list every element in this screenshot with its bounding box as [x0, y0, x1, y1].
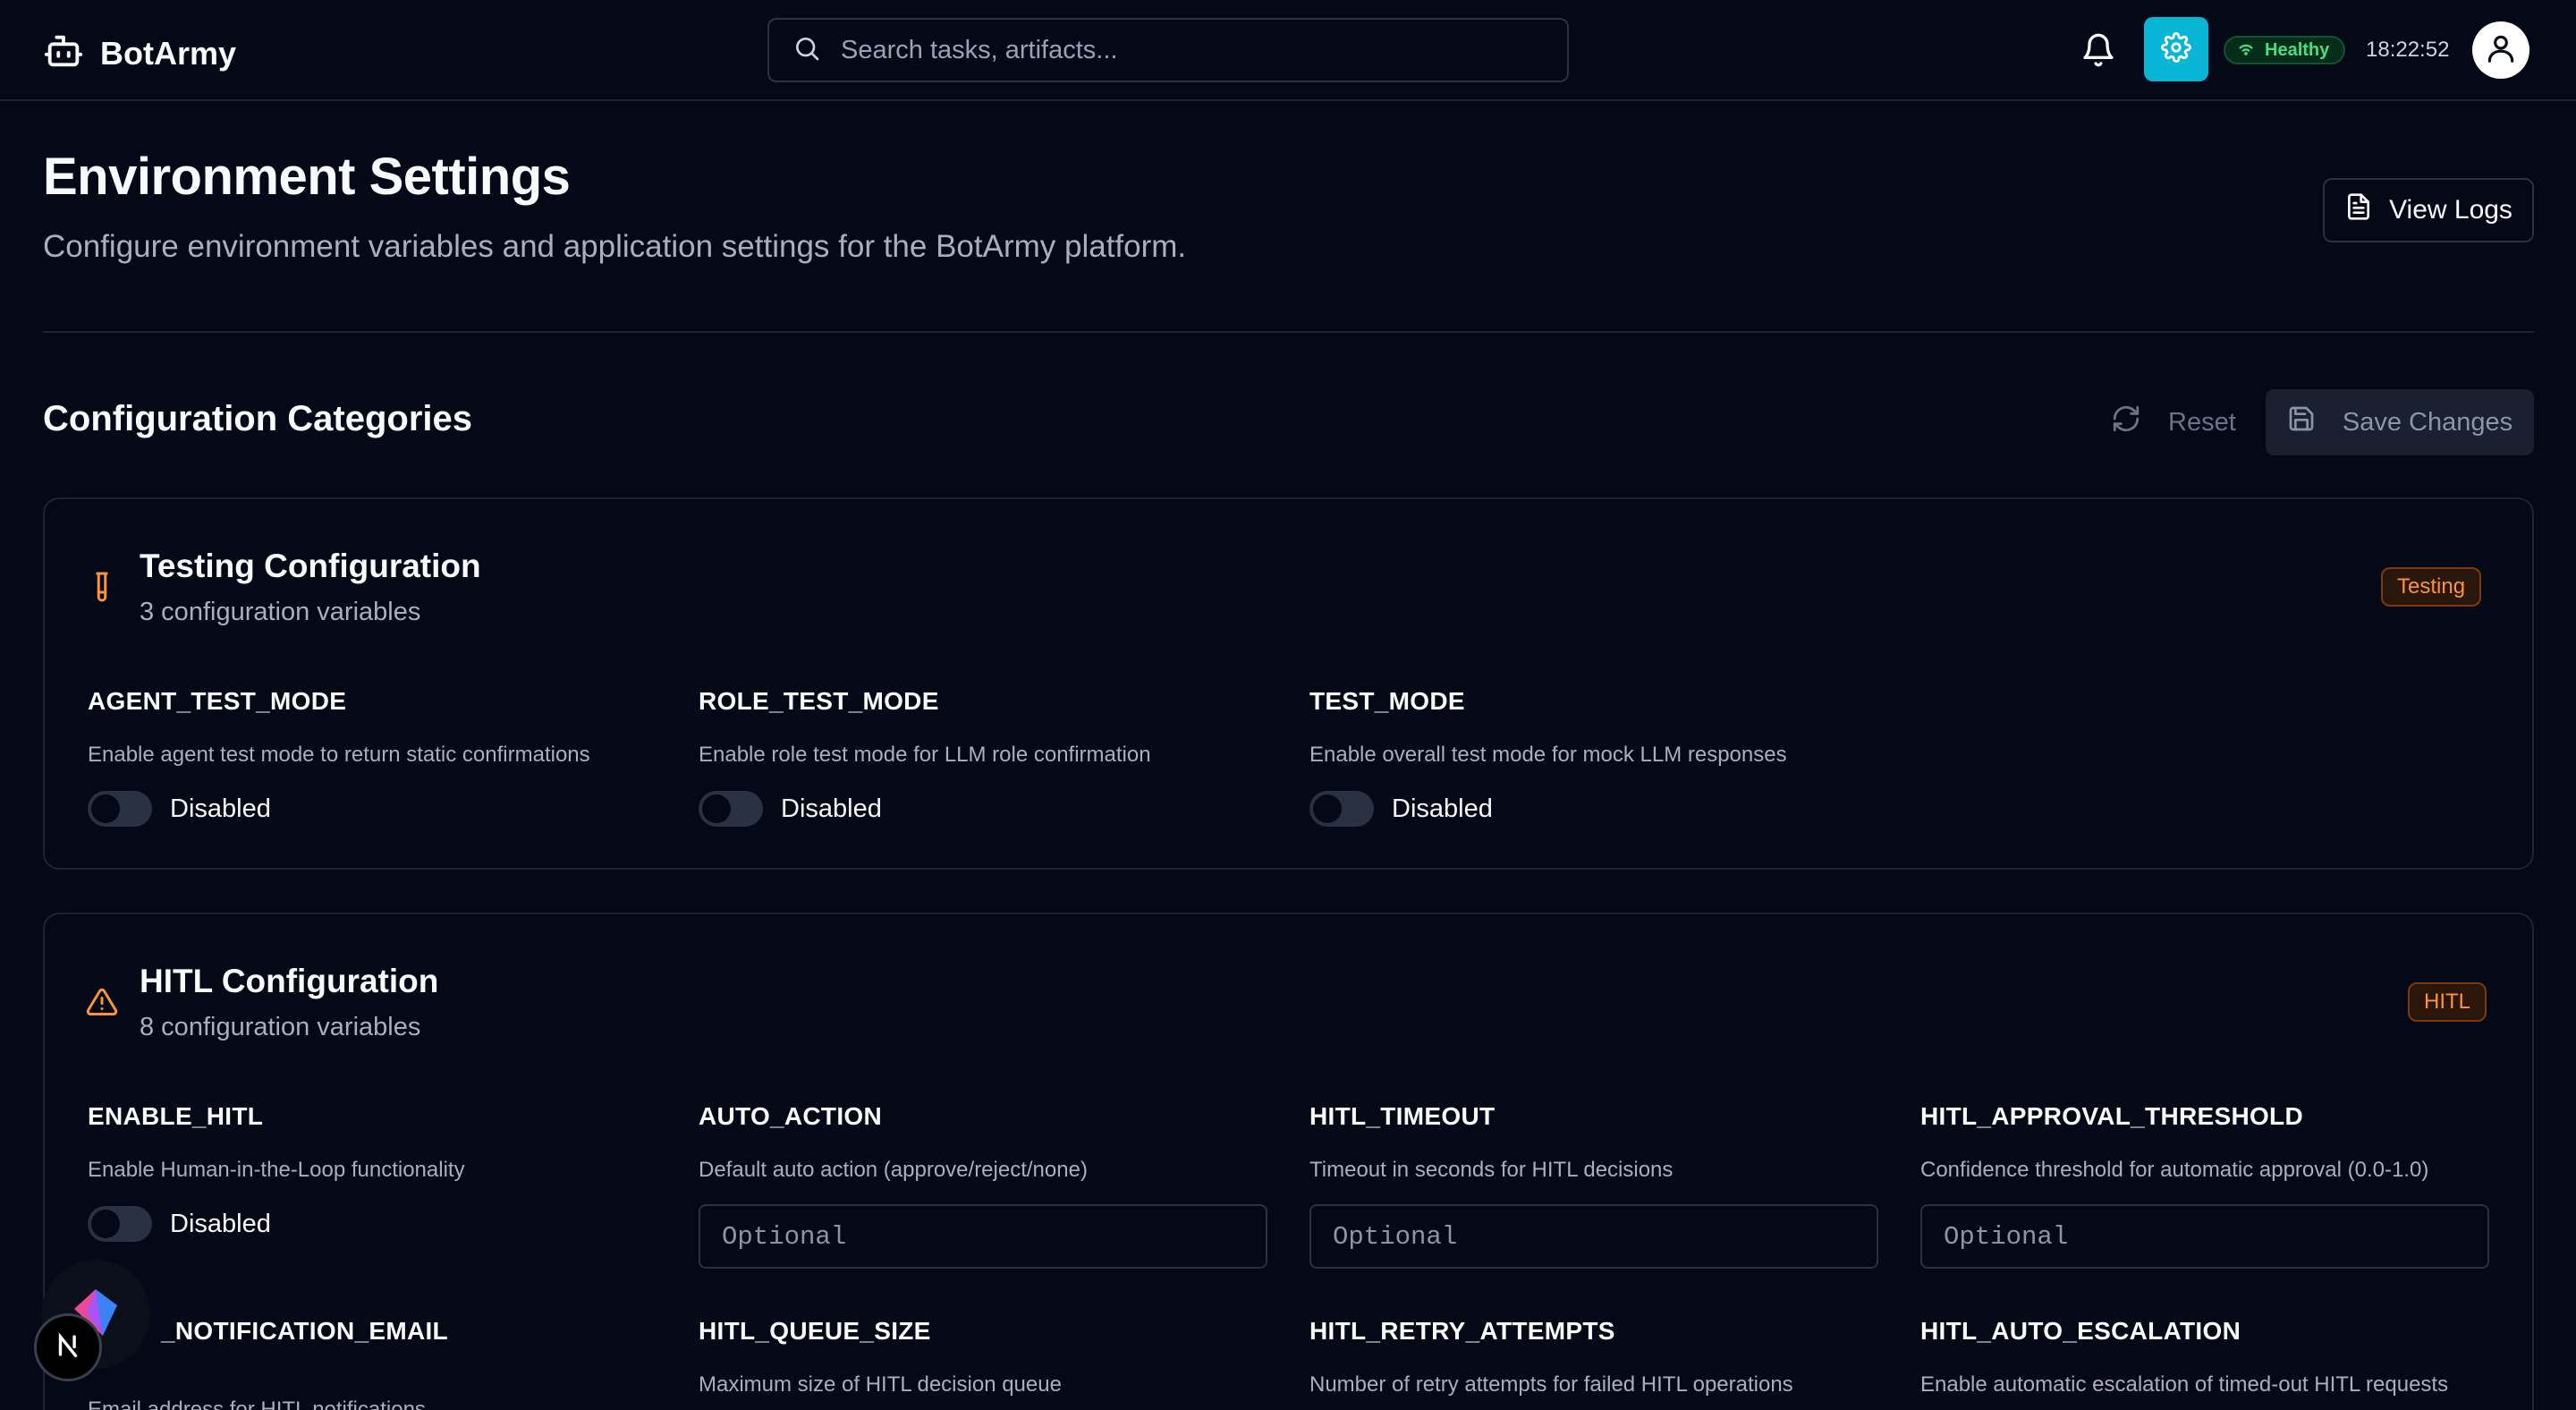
page-title: Environment Settings — [43, 148, 571, 206]
toggle-switch[interactable] — [88, 1206, 152, 1242]
toggle-switch[interactable] — [1309, 791, 1374, 827]
search-input[interactable] — [841, 35, 1538, 65]
app-name: BotArmy — [100, 34, 237, 72]
save-changes-button[interactable]: Save Changes — [2266, 389, 2534, 455]
top-bar: BotArmy Healthy 18:22:52 — [0, 0, 2576, 101]
save-label: Save Changes — [2342, 407, 2513, 437]
field-hitl-retry-attempts: HITL_RETRY_ATTEMPTS Number of retry atte… — [1309, 1317, 1882, 1397]
alert-triangle-icon — [86, 986, 118, 1018]
section-title: Configuration Categories — [43, 399, 473, 438]
gear-icon — [2161, 31, 2191, 67]
card-title: HITL Configuration — [140, 963, 439, 999]
field-hitl-approval-threshold: HITL_APPROVAL_THRESHOLD Confidence thres… — [1920, 1102, 2493, 1269]
reset-button[interactable]: Reset — [2093, 390, 2254, 454]
field-name: HITL_APPROVAL_THRESHOLD — [1920, 1102, 2303, 1130]
field-role-test-mode: ROLE_TEST_MODE Enable role test mode for… — [699, 687, 1271, 827]
bot-icon — [43, 30, 84, 76]
field-auto-action: AUTO_ACTION Default auto action (approve… — [699, 1102, 1271, 1269]
field-description: Email address for HITL notifications — [88, 1397, 426, 1410]
save-icon — [2287, 404, 2316, 440]
health-label: Healthy — [2265, 39, 2330, 60]
field-hitl-auto-escalation: HITL_AUTO_ESCALATION Enable automatic es… — [1920, 1317, 2493, 1397]
toggle-switch[interactable] — [699, 791, 763, 827]
search-icon — [792, 34, 821, 67]
health-badge: Healthy — [2224, 36, 2346, 64]
category-badge: Testing — [2381, 567, 2482, 607]
field-description: Enable role test mode for LLM role confi… — [699, 743, 1151, 767]
field-enable-hitl: ENABLE_HITL Enable Human-in-the-Loop fun… — [88, 1102, 660, 1242]
field-description: Enable Human-in-the-Loop functionality — [88, 1158, 465, 1182]
field-hitl-notification-email: _NOTIFICATION_EMAIL — [161, 1317, 733, 1346]
card-count: 8 configuration variables — [140, 1013, 421, 1041]
field-name: AUTO_ACTION — [699, 1102, 883, 1130]
field-test-mode: TEST_MODE Enable overall test mode for m… — [1309, 687, 1882, 827]
settings-button[interactable] — [2144, 17, 2208, 81]
field-description: Enable overall test mode for mock LLM re… — [1309, 743, 1787, 767]
hitl-config-card: HITL Configuration 8 configuration varia… — [43, 913, 2534, 1410]
toggle-label: Disabled — [170, 794, 271, 823]
toggle-row: Disabled — [1309, 791, 1882, 827]
file-text-icon — [2344, 192, 2373, 228]
field-name: AGENT_TEST_MODE — [88, 687, 347, 715]
field-agent-test-mode: AGENT_TEST_MODE Enable agent test mode t… — [88, 687, 660, 827]
field-description: Enable automatic escalation of timed-out… — [1920, 1372, 2449, 1397]
field-description: Default auto action (approve/reject/none… — [699, 1158, 1088, 1182]
toggle-label: Disabled — [1392, 794, 1493, 823]
testing-config-card: Testing Configuration 3 configuration va… — [43, 497, 2534, 870]
field-name: TEST_MODE — [1309, 687, 1465, 715]
refresh-icon — [2111, 403, 2141, 441]
wifi-icon — [2236, 38, 2256, 63]
card-count: 3 configuration variables — [140, 598, 421, 626]
field-description: Timeout in seconds for HITL decisions — [1309, 1158, 1674, 1182]
card-title: Testing Configuration — [140, 548, 481, 584]
avatar[interactable] — [2472, 21, 2529, 79]
user-icon — [2484, 31, 2518, 70]
field-description: Confidence threshold for automatic appro… — [1920, 1158, 2429, 1182]
search-box[interactable] — [767, 18, 1569, 82]
field-name: _NOTIFICATION_EMAIL — [161, 1317, 448, 1345]
toggle-label: Disabled — [170, 1209, 271, 1238]
toggle-label: Disabled — [781, 794, 882, 823]
category-badge: HITL — [2408, 982, 2487, 1022]
field-name: ROLE_TEST_MODE — [699, 687, 939, 715]
dev-tools-button[interactable] — [34, 1313, 102, 1381]
toggle-row: Disabled — [88, 1206, 660, 1242]
field-name: HITL_RETRY_ATTEMPTS — [1309, 1317, 1615, 1345]
brand[interactable]: BotArmy — [43, 30, 236, 76]
field-name: ENABLE_HITL — [88, 1102, 264, 1130]
hitl-approval-threshold-input[interactable] — [1920, 1204, 2489, 1269]
field-description: Enable agent test mode to return static … — [88, 743, 590, 767]
page-subtitle: Configure environment variables and appl… — [43, 229, 1187, 264]
toggle-row: Disabled — [88, 791, 660, 827]
field-hitl-queue-size: HITL_QUEUE_SIZE Maximum size of HITL dec… — [699, 1317, 1271, 1397]
next-logo-icon — [53, 1330, 83, 1365]
field-name: HITL_AUTO_ESCALATION — [1920, 1317, 2241, 1345]
field-name: HITL_TIMEOUT — [1309, 1102, 1496, 1130]
reset-label: Reset — [2168, 407, 2236, 437]
field-hitl-timeout: HITL_TIMEOUT Timeout in seconds for HITL… — [1309, 1102, 1882, 1269]
toggle-row: Disabled — [699, 791, 1271, 827]
field-description: Number of retry attempts for failed HITL… — [1309, 1372, 1793, 1397]
auto-action-input[interactable] — [699, 1204, 1267, 1269]
divider — [43, 331, 2534, 333]
test-tube-icon — [86, 571, 118, 603]
toggle-switch[interactable] — [88, 791, 152, 827]
clock: 18:22:52 — [2366, 38, 2450, 62]
hitl-timeout-input[interactable] — [1309, 1204, 1878, 1269]
field-name: HITL_QUEUE_SIZE — [699, 1317, 931, 1345]
view-logs-label: View Logs — [2389, 195, 2512, 225]
field-description: Maximum size of HITL decision queue — [699, 1372, 1062, 1397]
view-logs-button[interactable]: View Logs — [2323, 178, 2534, 242]
bell-icon[interactable] — [2080, 32, 2116, 68]
